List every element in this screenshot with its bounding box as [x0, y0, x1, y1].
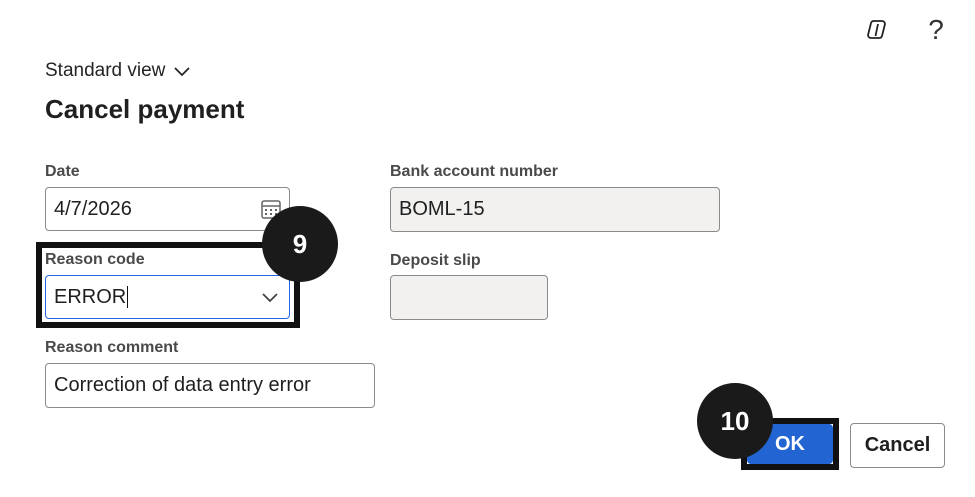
deposit-slip-field: [390, 275, 548, 320]
bank-account-number-label: Bank account number: [390, 163, 559, 180]
reason-comment-field[interactable]: Correction of data entry error: [45, 363, 375, 408]
view-selector-label: Standard view: [45, 60, 166, 81]
cancel-button[interactable]: Cancel: [850, 423, 945, 468]
step-badge-9: 9: [262, 206, 338, 282]
reason-code-dropdown[interactable]: ERROR: [45, 275, 290, 319]
date-field[interactable]: 4/7/2026: [45, 187, 290, 231]
bank-account-number-field: BOML-15: [390, 187, 720, 232]
date-label: Date: [45, 163, 80, 180]
copilot-icon[interactable]: [862, 16, 894, 44]
page-title: Cancel payment: [45, 94, 245, 124]
view-selector[interactable]: Standard view: [45, 60, 191, 82]
help-label: ?: [928, 14, 944, 45]
deposit-slip-label: Deposit slip: [390, 252, 481, 269]
cancel-payment-dialog: { "header": { "copilot_icon": "copilot-i…: [0, 0, 975, 497]
reason-comment-label: Reason comment: [45, 339, 179, 356]
reason-code-label: Reason code: [45, 251, 145, 268]
date-value: 4/7/2026: [54, 197, 132, 220]
help-icon[interactable]: ?: [922, 14, 950, 46]
reason-code-value: ERROR: [54, 285, 127, 308]
reason-comment-value: Correction of data entry error: [54, 374, 311, 396]
step-badge-10: 10: [697, 383, 773, 459]
chevron-down-icon: [174, 67, 191, 77]
text-caret: [127, 286, 129, 308]
chevron-down-icon[interactable]: [260, 290, 280, 304]
bank-account-number-value: BOML-15: [399, 198, 485, 220]
